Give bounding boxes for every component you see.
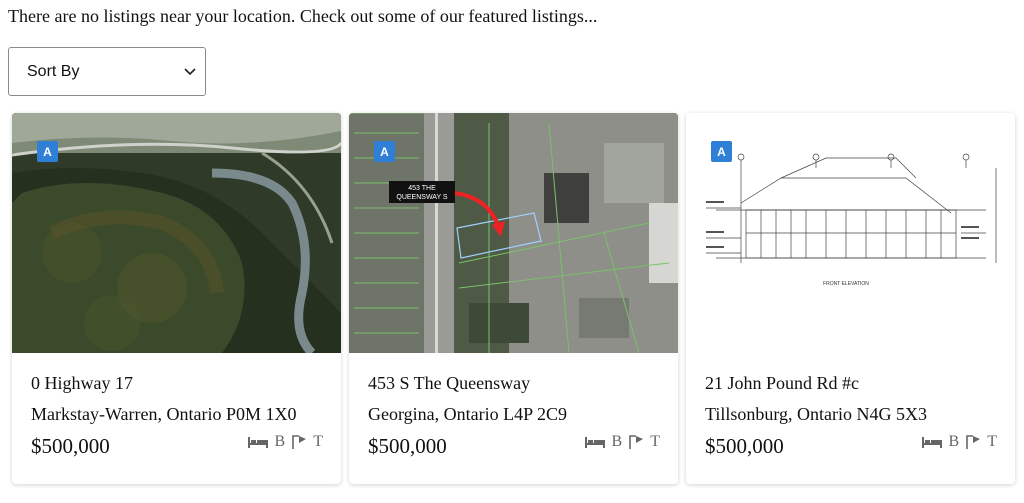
listing-city: Markstay-Warren, Ontario P0M 1X0 — [31, 404, 297, 424]
bath-label: B — [948, 433, 960, 450]
listing-address[interactable]: 21 John Pound Rd #c — [705, 371, 859, 395]
aerial-forest-photo[interactable]: A — [12, 113, 341, 353]
listing-features: B T — [921, 433, 997, 451]
bed-icon — [921, 435, 943, 449]
listing-price: $500,000 — [31, 434, 110, 458]
drawing-caption: FRONT ELEVATION — [823, 281, 869, 287]
listing-price: $500,000 — [705, 434, 784, 458]
listing-card[interactable]: A 0 Highway 17 Markstay-Warren, Ontario … — [12, 113, 341, 484]
bath-label: B — [274, 433, 286, 450]
listing-card[interactable]: FRONT ELEVATION A 21 John Pound Rd #c Ti… — [686, 113, 1015, 484]
bed-icon — [247, 435, 269, 449]
no-listings-notice: There are no listings near your location… — [8, 6, 598, 26]
sort-by-label: Sort By — [27, 62, 80, 80]
bath-label: B — [611, 433, 623, 450]
aerial-map-photo[interactable]: 453 THE QUEENSWAY S A — [349, 113, 678, 353]
listing-badge: A — [711, 141, 732, 162]
listing-address[interactable]: 453 S The Queensway — [368, 371, 530, 395]
map-label-line2: QUEENSWAY S — [396, 194, 448, 201]
listing-card[interactable]: 453 THE QUEENSWAY S A 453 S The Queenswa… — [349, 113, 678, 484]
listing-price: $500,000 — [368, 434, 447, 458]
listing-city: Georgina, Ontario L4P 2C9 — [368, 404, 567, 424]
listing-badge: A — [374, 141, 395, 162]
area-label: T — [987, 433, 997, 450]
listing-features: B T — [584, 433, 660, 451]
listing-city: Tillsonburg, Ontario N4G 5X3 — [705, 404, 928, 424]
bath-icon — [628, 434, 644, 450]
listing-grid: A 0 Highway 17 Markstay-Warren, Ontario … — [12, 113, 1018, 485]
bed-icon — [584, 435, 606, 449]
map-label-line1: 453 THE — [408, 185, 436, 192]
chevron-down-icon — [184, 67, 196, 75]
elevation-drawing[interactable]: FRONT ELEVATION A — [686, 113, 1015, 353]
listing-features: B T — [247, 433, 323, 451]
area-label: T — [650, 433, 660, 450]
bath-icon — [291, 434, 307, 450]
bath-icon — [965, 434, 981, 450]
listing-badge: A — [37, 141, 58, 162]
area-label: T — [313, 433, 323, 450]
sort-by-select[interactable]: Sort By — [8, 47, 206, 96]
listing-address[interactable]: 0 Highway 17 — [31, 371, 133, 395]
